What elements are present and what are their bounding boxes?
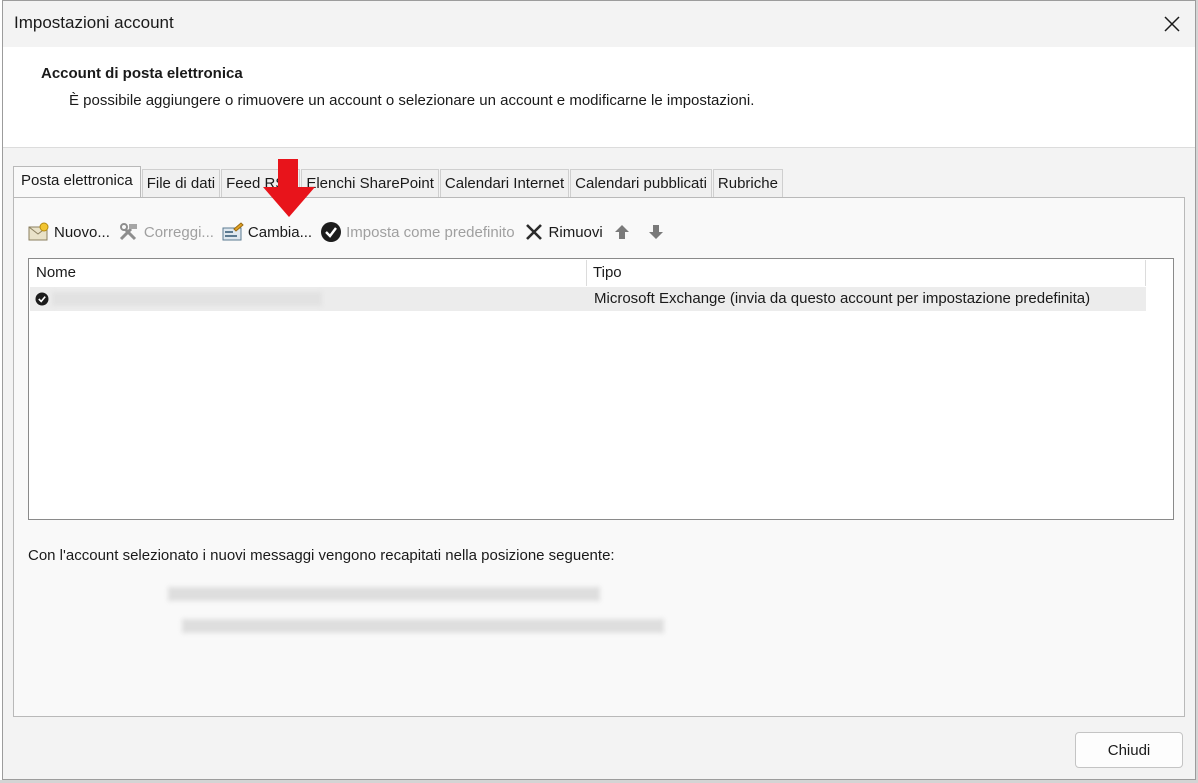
change-account-icon <box>222 221 244 243</box>
tab-calendari-pubblicati[interactable]: Calendari pubblicati <box>570 169 712 197</box>
account-toolbar: Nuovo... Correggi... Cambia... Imposta c… <box>28 220 679 244</box>
column-header-type[interactable]: Tipo <box>587 260 1146 286</box>
tab-rubriche[interactable]: Rubriche <box>712 169 783 197</box>
move-up-button[interactable] <box>611 220 637 244</box>
arrow-up-icon <box>611 221 633 243</box>
title-bar: Impostazioni account <box>3 1 1195 47</box>
tab-elenchi-sharepoint[interactable]: Elenchi SharePoint <box>301 169 439 197</box>
tab-posta-elettronica[interactable]: Posta elettronica <box>13 166 141 197</box>
new-mail-icon <box>28 221 50 243</box>
close-button[interactable]: Chiudi <box>1075 732 1183 768</box>
move-down-button[interactable] <box>645 220 671 244</box>
new-account-label: Nuovo... <box>54 223 110 241</box>
delivery-path-redacted <box>182 619 664 633</box>
column-header-name[interactable]: Nome <box>30 260 587 286</box>
table-row[interactable]: Microsoft Exchange (invia da questo acco… <box>30 287 1146 311</box>
window-close-button[interactable] <box>1149 1 1195 47</box>
window-title: Impostazioni account <box>14 13 174 32</box>
remove-button[interactable]: Rimuovi <box>523 220 603 244</box>
default-account-icon <box>35 292 49 306</box>
set-default-button[interactable]: Imposta come predefinito <box>320 220 515 244</box>
red-arrow-annotation <box>263 159 315 217</box>
account-type: Microsoft Exchange (invia da questo acco… <box>594 290 1091 307</box>
delivery-location-label: Con l'account selezionato i nuovi messag… <box>28 547 615 564</box>
arrow-down-icon <box>645 221 667 243</box>
tab-file-di-dati[interactable]: File di dati <box>141 169 221 197</box>
remove-label: Rimuovi <box>548 223 603 241</box>
set-default-label: Imposta come predefinito <box>346 223 515 241</box>
default-check-icon <box>320 221 342 243</box>
change-label: Cambia... <box>247 223 313 241</box>
new-account-button[interactable]: Nuovo... <box>28 220 110 244</box>
tab-strip: Posta elettronica File di dati Feed RSS … <box>13 166 784 197</box>
tab-calendari-internet[interactable]: Calendari Internet <box>439 169 570 197</box>
repair-label: Correggi... <box>143 223 214 241</box>
section-title: Account di posta elettronica <box>41 65 243 82</box>
section-description: È possibile aggiungere o rimuovere un ac… <box>69 92 755 109</box>
accounts-list[interactable]: Nome Tipo Microsoft Exchange (invia da q… <box>28 258 1174 520</box>
remove-x-icon <box>523 221 545 243</box>
tab-panel-email: Nuovo... Correggi... Cambia... Imposta c… <box>13 197 1185 717</box>
account-name-redacted <box>52 292 322 306</box>
change-button[interactable]: Cambia... <box>222 220 312 244</box>
delivery-location-redacted <box>168 587 600 601</box>
repair-button[interactable]: Correggi... <box>118 220 214 244</box>
dialog-header: Account di posta elettronica È possibile… <box>3 47 1195 148</box>
close-icon <box>1164 16 1180 32</box>
tools-icon <box>118 221 140 243</box>
account-settings-dialog: Impostazioni account Account di posta el… <box>2 0 1196 780</box>
